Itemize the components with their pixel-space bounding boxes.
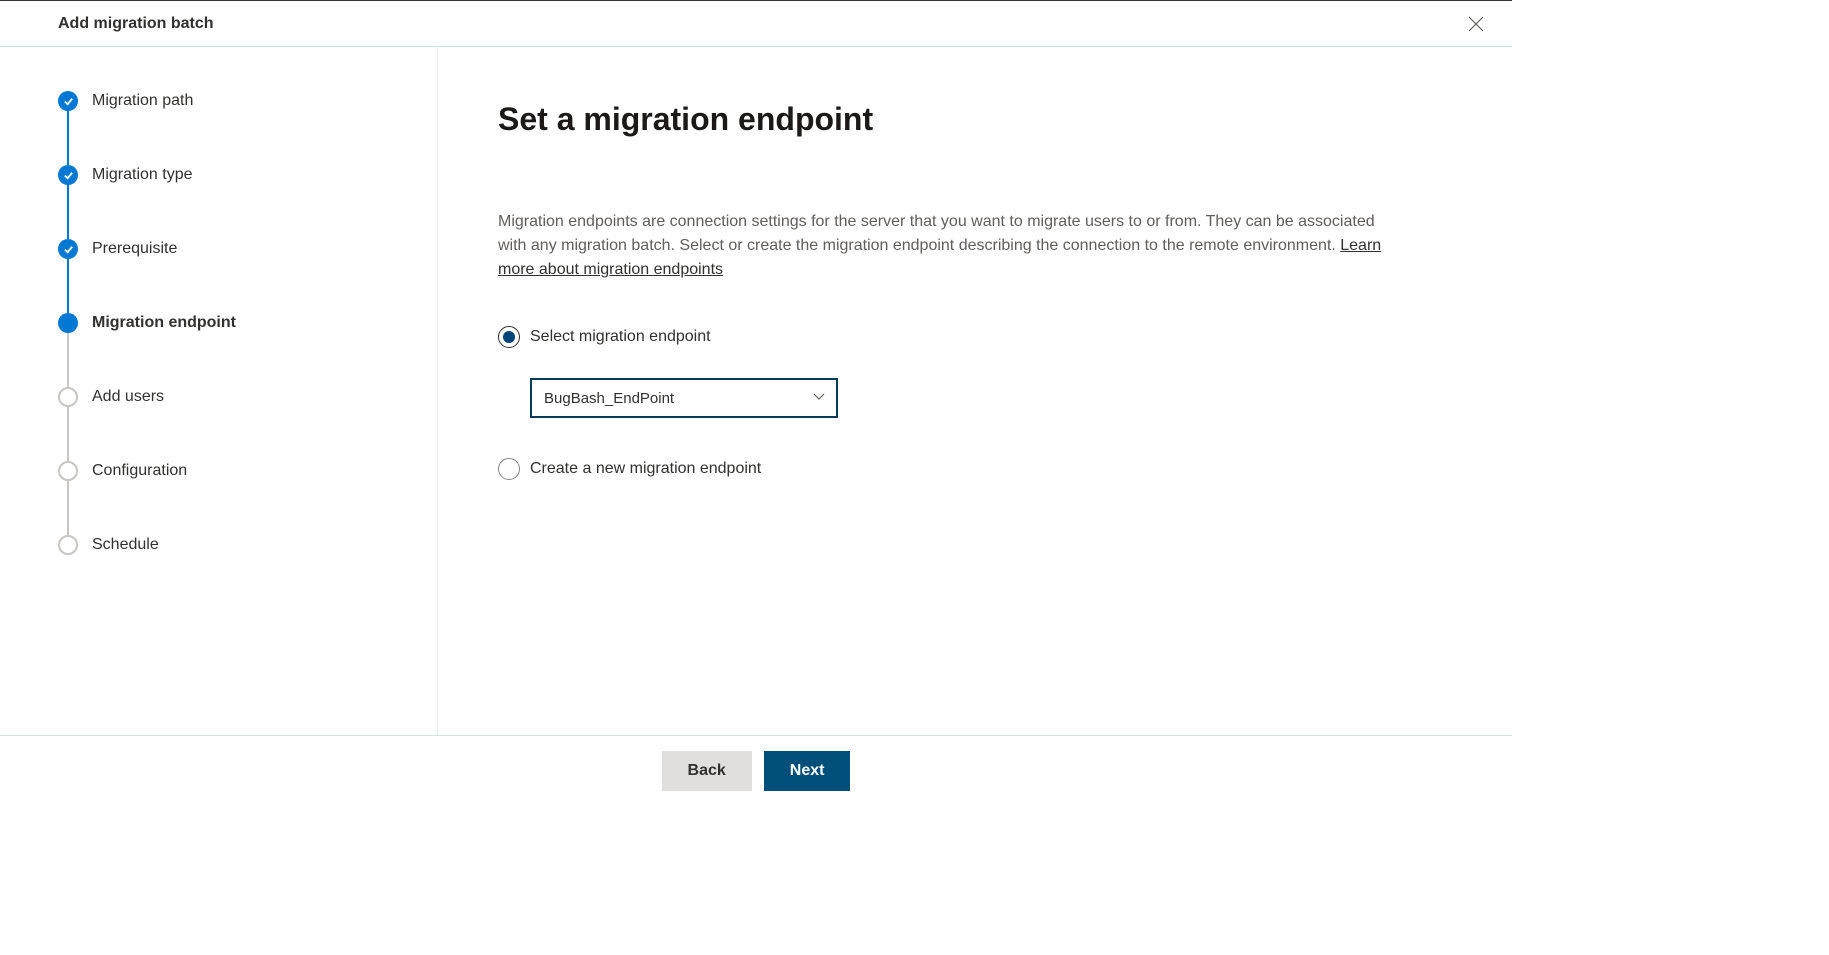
- step-connector: [67, 481, 69, 535]
- step-connector: [67, 185, 69, 239]
- radio-label: Select migration endpoint: [530, 328, 711, 346]
- dialog-body: Migration path Migration type Prerequisi…: [0, 47, 1512, 735]
- step-label: Schedule: [92, 535, 159, 555]
- step-indicator-pending: [58, 535, 78, 555]
- step-list: Migration path Migration type Prerequisi…: [58, 91, 417, 555]
- step-indicator-completed: [58, 239, 78, 259]
- wizard-footer: Back Next: [0, 735, 1512, 805]
- radio-select-endpoint[interactable]: Select migration endpoint: [498, 326, 1452, 348]
- radio-button-selected[interactable]: [498, 326, 520, 348]
- checkmark-icon: [63, 170, 74, 181]
- step-connector: [67, 259, 69, 313]
- step-schedule[interactable]: Schedule: [58, 535, 417, 555]
- chevron-down-icon: [812, 389, 826, 408]
- radio-create-endpoint[interactable]: Create a new migration endpoint: [498, 458, 1452, 480]
- checkmark-icon: [63, 96, 74, 107]
- step-connector: [67, 111, 69, 165]
- step-indicator-completed: [58, 165, 78, 185]
- step-label: Configuration: [92, 461, 187, 481]
- page-title: Set a migration endpoint: [498, 101, 1452, 138]
- radio-button-unselected[interactable]: [498, 458, 520, 480]
- step-connector: [67, 407, 69, 461]
- wizard-content: Set a migration endpoint Migration endpo…: [438, 47, 1512, 735]
- step-indicator-completed: [58, 91, 78, 111]
- step-migration-endpoint[interactable]: Migration endpoint: [58, 313, 417, 387]
- endpoint-radio-group: Select migration endpoint BugBash_EndPoi…: [498, 326, 1452, 480]
- step-connector: [67, 333, 69, 387]
- step-label: Migration path: [92, 91, 193, 111]
- close-icon: [1468, 16, 1484, 32]
- step-indicator-current: [58, 313, 78, 333]
- dialog-title: Add migration batch: [58, 15, 1460, 33]
- step-label: Add users: [92, 387, 164, 407]
- step-label: Migration endpoint: [92, 313, 236, 333]
- endpoint-dropdown[interactable]: BugBash_EndPoint: [530, 378, 838, 418]
- dialog-header: Add migration batch: [0, 1, 1512, 47]
- step-migration-type[interactable]: Migration type: [58, 165, 417, 239]
- back-button[interactable]: Back: [662, 751, 752, 791]
- page-description: Migration endpoints are connection setti…: [498, 210, 1398, 282]
- step-configuration[interactable]: Configuration: [58, 461, 417, 535]
- wizard-sidebar: Migration path Migration type Prerequisi…: [0, 47, 438, 735]
- radio-label: Create a new migration endpoint: [530, 460, 761, 478]
- step-migration-path[interactable]: Migration path: [58, 91, 417, 165]
- close-button[interactable]: [1460, 8, 1492, 40]
- dropdown-value: BugBash_EndPoint: [544, 390, 812, 407]
- description-text: Migration endpoints are connection setti…: [498, 213, 1375, 254]
- step-indicator-pending: [58, 461, 78, 481]
- next-button[interactable]: Next: [764, 751, 851, 791]
- step-add-users[interactable]: Add users: [58, 387, 417, 461]
- step-indicator-pending: [58, 387, 78, 407]
- step-label: Prerequisite: [92, 239, 177, 259]
- checkmark-icon: [63, 244, 74, 255]
- step-label: Migration type: [92, 165, 193, 185]
- step-prerequisite[interactable]: Prerequisite: [58, 239, 417, 313]
